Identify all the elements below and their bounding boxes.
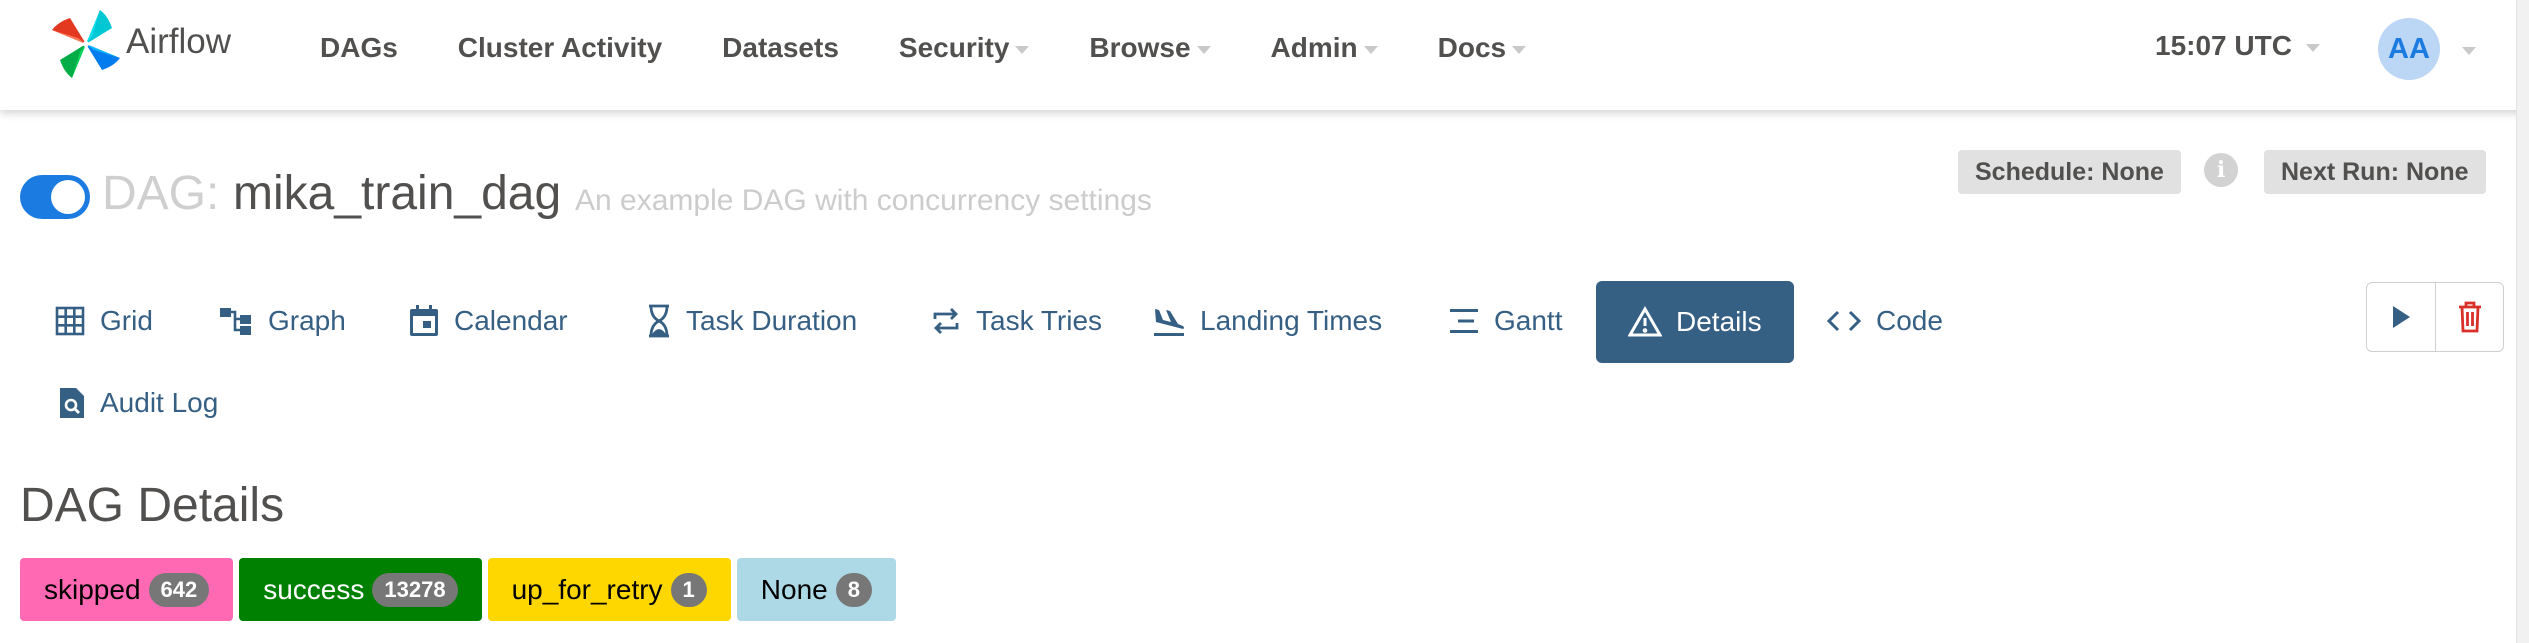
tab-calendar-label: Calendar — [454, 305, 568, 336]
tab-audit-log-label: Audit Log — [100, 387, 219, 418]
tab-graph[interactable]: Graph — [186, 280, 378, 362]
nav-cluster-activity[interactable]: Cluster Activity — [458, 32, 662, 64]
toggle-knob — [51, 180, 85, 214]
tab-task-tries-label: Task Tries — [976, 305, 1103, 336]
clock-label: 15:07 UTC — [2155, 30, 2292, 61]
timezone-clock-dropdown[interactable]: 15:07 UTC — [2155, 30, 2320, 62]
tab-code-label: Code — [1876, 305, 1943, 336]
state-count-badge: 13278 — [372, 572, 458, 607]
state-up-for-retry-button[interactable]: up_for_retry 1 — [487, 558, 731, 621]
tab-task-tries[interactable]: Task Tries — [898, 280, 1134, 362]
caret-down-icon — [1363, 46, 1378, 54]
dag-prefix: DAG: — [102, 167, 220, 220]
file-search-icon — [60, 388, 84, 418]
schedule-badge: Schedule: None — [1958, 150, 2181, 194]
brand-name[interactable]: Airflow — [126, 22, 231, 62]
trigger-dag-button[interactable] — [2367, 283, 2435, 351]
grid-icon — [55, 306, 85, 336]
avatar: AA — [2378, 18, 2440, 80]
tab-audit-log[interactable]: Audit Log — [26, 362, 250, 444]
main-menu: DAGs Cluster Activity Datasets Security … — [320, 0, 1586, 96]
task-state-summary: skipped 642 success 13278 up_for_retry 1… — [20, 558, 902, 621]
nav-datasets-label: Datasets — [722, 32, 839, 63]
nav-cluster-activity-label: Cluster Activity — [457, 32, 663, 63]
state-none-button[interactable]: None 8 — [736, 558, 896, 621]
tab-code[interactable]: Code — [1794, 280, 1975, 362]
caret-down-icon — [1512, 46, 1527, 54]
nav-admin-label: Admin — [1270, 32, 1358, 63]
dag-actions — [2366, 282, 2504, 352]
tab-calendar[interactable]: Calendar — [376, 280, 600, 362]
state-skipped-button[interactable]: skipped 642 — [20, 558, 234, 621]
state-count-badge: 1 — [670, 572, 707, 607]
nav-security-dropdown[interactable]: Security — [899, 32, 1030, 64]
repeat-icon — [933, 308, 959, 334]
tab-grid-label: Grid — [100, 305, 153, 336]
nav-dags-label: DAGs — [320, 32, 398, 63]
dag-description: An example DAG with concurrency settings — [575, 184, 1152, 217]
tab-gantt-label: Gantt — [1494, 305, 1563, 336]
gantt-icon — [1450, 309, 1478, 333]
nav-admin-dropdown[interactable]: Admin — [1271, 32, 1378, 64]
top-navbar: Airflow DAGs Cluster Activity Datasets S… — [0, 0, 2529, 110]
tab-gantt[interactable]: Gantt — [1416, 280, 1594, 362]
state-label: up_for_retry — [511, 573, 663, 605]
nav-docs-dropdown[interactable]: Docs — [1437, 32, 1527, 64]
state-count-badge: 642 — [148, 572, 210, 607]
caret-down-icon — [2305, 44, 2320, 52]
user-menu-dropdown[interactable]: AA — [2378, 18, 2476, 80]
caret-down-icon — [2462, 47, 2476, 55]
tab-landing-times-label: Landing Times — [1200, 305, 1383, 336]
next-run-badge: Next Run: None — [2264, 150, 2486, 194]
hourglass-icon — [649, 304, 669, 338]
state-success-button[interactable]: success 13278 — [239, 558, 482, 621]
dag-pause-toggle[interactable] — [20, 175, 90, 219]
tab-details-label: Details — [1676, 306, 1762, 337]
tab-task-duration[interactable]: Task Duration — [614, 280, 889, 362]
tab-graph-label: Graph — [268, 305, 346, 336]
plane-landing-icon — [1154, 309, 1184, 336]
nav-browse-label: Browse — [1089, 32, 1191, 63]
play-icon — [2393, 306, 2410, 328]
state-label: None — [760, 573, 828, 605]
scrollbar[interactable] — [2516, 0, 2529, 643]
nav-docs-label: Docs — [1437, 32, 1507, 63]
info-icon[interactable]: i — [2204, 153, 2238, 187]
nav-browse-dropdown[interactable]: Browse — [1089, 32, 1211, 64]
caret-down-icon — [1196, 46, 1211, 54]
tab-task-duration-label: Task Duration — [686, 305, 858, 336]
warning-triangle-icon — [1628, 306, 1662, 337]
nav-datasets[interactable]: Datasets — [722, 32, 839, 64]
trash-icon — [2458, 301, 2481, 333]
nav-dags[interactable]: DAGs — [320, 32, 398, 64]
graph-icon — [220, 308, 251, 335]
nav-security-label: Security — [898, 32, 1010, 63]
calendar-icon — [410, 305, 438, 336]
code-icon — [1826, 310, 1862, 332]
delete-dag-button[interactable] — [2435, 283, 2503, 351]
airflow-logo-icon — [52, 10, 120, 78]
tab-details[interactable]: Details — [1596, 281, 1794, 363]
caret-down-icon — [1015, 46, 1030, 54]
tab-grid[interactable]: Grid — [22, 280, 185, 362]
dag-details-title: DAG Details — [20, 479, 285, 532]
state-count-badge: 8 — [835, 572, 872, 607]
tab-landing-times[interactable]: Landing Times — [1120, 280, 1414, 362]
dag-title: mika_train_dag — [233, 167, 562, 220]
state-label: success — [263, 573, 365, 605]
state-label: skipped — [44, 573, 141, 605]
brand[interactable] — [48, 6, 124, 82]
